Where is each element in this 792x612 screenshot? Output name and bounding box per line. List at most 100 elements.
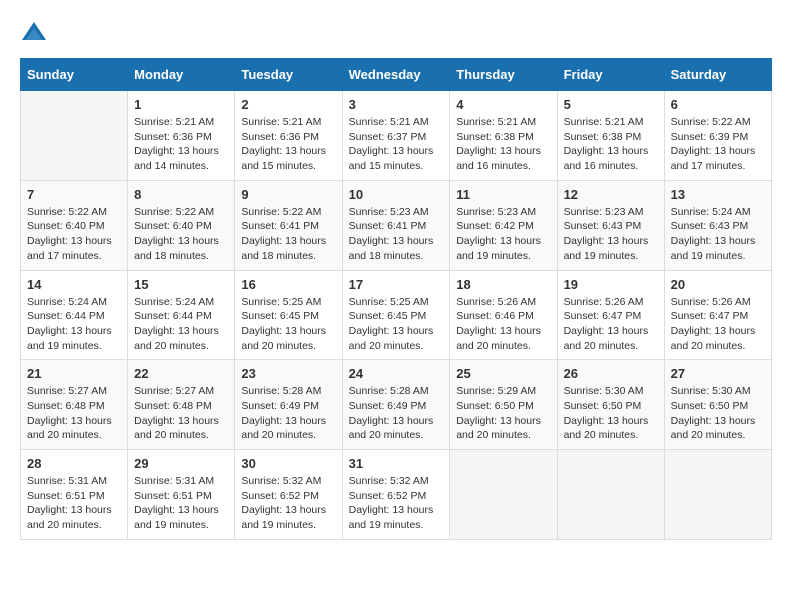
day-number: 23	[241, 366, 335, 381]
calendar-cell	[557, 450, 664, 540]
day-number: 22	[134, 366, 228, 381]
day-number: 16	[241, 277, 335, 292]
logo-icon	[20, 20, 48, 48]
day-info: Sunrise: 5:22 AM Sunset: 6:40 PM Dayligh…	[134, 205, 228, 264]
column-header-thursday: Thursday	[450, 59, 557, 91]
day-number: 17	[349, 277, 444, 292]
calendar-cell	[664, 450, 771, 540]
day-number: 20	[671, 277, 765, 292]
calendar-cell	[450, 450, 557, 540]
day-info: Sunrise: 5:28 AM Sunset: 6:49 PM Dayligh…	[241, 384, 335, 443]
day-info: Sunrise: 5:30 AM Sunset: 6:50 PM Dayligh…	[564, 384, 658, 443]
day-info: Sunrise: 5:24 AM Sunset: 6:43 PM Dayligh…	[671, 205, 765, 264]
day-number: 28	[27, 456, 121, 471]
calendar-cell	[21, 91, 128, 181]
day-number: 5	[564, 97, 658, 112]
day-number: 11	[456, 187, 550, 202]
day-info: Sunrise: 5:23 AM Sunset: 6:41 PM Dayligh…	[349, 205, 444, 264]
calendar-cell: 23 Sunrise: 5:28 AM Sunset: 6:49 PM Dayli…	[235, 360, 342, 450]
calendar-cell: 25Sunrise: 5:29 AM Sunset: 6:50 PM Dayli…	[450, 360, 557, 450]
day-info: Sunrise: 5:26 AM Sunset: 6:46 PM Dayligh…	[456, 295, 550, 354]
column-header-tuesday: Tuesday	[235, 59, 342, 91]
day-number: 12	[564, 187, 658, 202]
day-number: 18	[456, 277, 550, 292]
day-number: 14	[27, 277, 121, 292]
day-info: Sunrise: 5:30 AM Sunset: 6:50 PM Dayligh…	[671, 384, 765, 443]
calendar-cell: 9Sunrise: 5:22 AM Sunset: 6:41 PM Daylig…	[235, 180, 342, 270]
calendar-cell: 15 Sunrise: 5:24 AM Sunset: 6:44 PM Dayli…	[128, 270, 235, 360]
day-info: Sunrise: 5:25 AM Sunset: 6:45 PM Dayligh…	[349, 295, 444, 354]
day-number: 24	[349, 366, 444, 381]
day-info: Sunrise: 5:21 AM Sunset: 6:38 PM Dayligh…	[564, 115, 658, 174]
calendar-table: SundayMondayTuesdayWednesdayThursdayFrid…	[20, 58, 772, 540]
day-info: Sunrise: 5:29 AM Sunset: 6:50 PM Dayligh…	[456, 384, 550, 443]
calendar-cell: 3Sunrise: 5:21 AM Sunset: 6:37 PM Daylig…	[342, 91, 450, 181]
calendar-cell: 10 Sunrise: 5:23 AM Sunset: 6:41 PM Dayli…	[342, 180, 450, 270]
calendar-cell: 7Sunrise: 5:22 AM Sunset: 6:40 PM Daylig…	[21, 180, 128, 270]
calendar-cell: 4 Sunrise: 5:21 AM Sunset: 6:38 PM Daylig…	[450, 91, 557, 181]
day-number: 19	[564, 277, 658, 292]
calendar-cell: 19 Sunrise: 5:26 AM Sunset: 6:47 PM Dayli…	[557, 270, 664, 360]
day-number: 1	[134, 97, 228, 112]
logo	[20, 20, 52, 48]
day-info: Sunrise: 5:24 AM Sunset: 6:44 PM Dayligh…	[134, 295, 228, 354]
day-number: 2	[241, 97, 335, 112]
day-number: 10	[349, 187, 444, 202]
calendar-cell: 14Sunrise: 5:24 AM Sunset: 6:44 PM Dayli…	[21, 270, 128, 360]
day-number: 31	[349, 456, 444, 471]
day-number: 21	[27, 366, 121, 381]
day-info: Sunrise: 5:21 AM Sunset: 6:36 PM Dayligh…	[241, 115, 335, 174]
calendar-cell: 31Sunrise: 5:32 AM Sunset: 6:52 PM Dayli…	[342, 450, 450, 540]
week-row-4: 21 Sunrise: 5:27 AM Sunset: 6:48 PM Dayli…	[21, 360, 772, 450]
day-info: Sunrise: 5:22 AM Sunset: 6:40 PM Dayligh…	[27, 205, 121, 264]
day-number: 26	[564, 366, 658, 381]
day-info: Sunrise: 5:22 AM Sunset: 6:41 PM Dayligh…	[241, 205, 335, 264]
day-info: Sunrise: 5:23 AM Sunset: 6:42 PM Dayligh…	[456, 205, 550, 264]
calendar-cell: 22 Sunrise: 5:27 AM Sunset: 6:48 PM Dayli…	[128, 360, 235, 450]
day-info: Sunrise: 5:21 AM Sunset: 6:38 PM Dayligh…	[456, 115, 550, 174]
week-row-2: 7Sunrise: 5:22 AM Sunset: 6:40 PM Daylig…	[21, 180, 772, 270]
day-number: 13	[671, 187, 765, 202]
day-number: 6	[671, 97, 765, 112]
calendar-cell: 11 Sunrise: 5:23 AM Sunset: 6:42 PM Dayli…	[450, 180, 557, 270]
day-number: 8	[134, 187, 228, 202]
calendar-cell: 6 Sunrise: 5:22 AM Sunset: 6:39 PM Daylig…	[664, 91, 771, 181]
day-info: Sunrise: 5:25 AM Sunset: 6:45 PM Dayligh…	[241, 295, 335, 354]
week-row-5: 28 Sunrise: 5:31 AM Sunset: 6:51 PM Dayli…	[21, 450, 772, 540]
day-info: Sunrise: 5:23 AM Sunset: 6:43 PM Dayligh…	[564, 205, 658, 264]
column-header-saturday: Saturday	[664, 59, 771, 91]
calendar-cell: 26 Sunrise: 5:30 AM Sunset: 6:50 PM Dayli…	[557, 360, 664, 450]
day-number: 27	[671, 366, 765, 381]
day-info: Sunrise: 5:27 AM Sunset: 6:48 PM Dayligh…	[134, 384, 228, 443]
calendar-cell: 29 Sunrise: 5:31 AM Sunset: 6:51 PM Dayli…	[128, 450, 235, 540]
day-number: 4	[456, 97, 550, 112]
day-info: Sunrise: 5:26 AM Sunset: 6:47 PM Dayligh…	[671, 295, 765, 354]
column-header-monday: Monday	[128, 59, 235, 91]
calendar-cell: 1 Sunrise: 5:21 AM Sunset: 6:36 PM Daylig…	[128, 91, 235, 181]
calendar-cell: 18 Sunrise: 5:26 AM Sunset: 6:46 PM Dayli…	[450, 270, 557, 360]
column-header-friday: Friday	[557, 59, 664, 91]
day-info: Sunrise: 5:28 AM Sunset: 6:49 PM Dayligh…	[349, 384, 444, 443]
calendar-cell: 12 Sunrise: 5:23 AM Sunset: 6:43 PM Dayli…	[557, 180, 664, 270]
calendar-cell: 24 Sunrise: 5:28 AM Sunset: 6:49 PM Dayli…	[342, 360, 450, 450]
day-number: 30	[241, 456, 335, 471]
calendar-cell: 21 Sunrise: 5:27 AM Sunset: 6:48 PM Dayli…	[21, 360, 128, 450]
calendar-cell: 16 Sunrise: 5:25 AM Sunset: 6:45 PM Dayli…	[235, 270, 342, 360]
calendar-cell: 28 Sunrise: 5:31 AM Sunset: 6:51 PM Dayli…	[21, 450, 128, 540]
day-info: Sunrise: 5:21 AM Sunset: 6:36 PM Dayligh…	[134, 115, 228, 174]
calendar-cell: 13 Sunrise: 5:24 AM Sunset: 6:43 PM Dayli…	[664, 180, 771, 270]
day-info: Sunrise: 5:26 AM Sunset: 6:47 PM Dayligh…	[564, 295, 658, 354]
day-info: Sunrise: 5:32 AM Sunset: 6:52 PM Dayligh…	[241, 474, 335, 533]
week-row-3: 14 Sunrise: 5:24 AM Sunset: 6:44 PM Dayli…	[21, 270, 772, 360]
day-info: Sunrise: 5:31 AM Sunset: 6:51 PM Dayligh…	[134, 474, 228, 533]
column-header-wednesday: Wednesday	[342, 59, 450, 91]
day-info: Sunrise: 5:22 AM Sunset: 6:39 PM Dayligh…	[671, 115, 765, 174]
day-number: 15	[134, 277, 228, 292]
day-number: 29	[134, 456, 228, 471]
day-info: Sunrise: 5:27 AM Sunset: 6:48 PM Dayligh…	[27, 384, 121, 443]
week-row-1: 1 Sunrise: 5:21 AM Sunset: 6:36 PM Daylig…	[21, 91, 772, 181]
calendar-cell: 8 Sunrise: 5:22 AM Sunset: 6:40 PM Daylig…	[128, 180, 235, 270]
calendar-cell: 5 Sunrise: 5:21 AM Sunset: 6:38 PM Daylig…	[557, 91, 664, 181]
calendar-cell: 2 Sunrise: 5:21 AM Sunset: 6:36 PM Daylig…	[235, 91, 342, 181]
day-info: Sunrise: 5:31 AM Sunset: 6:51 PM Dayligh…	[27, 474, 121, 533]
